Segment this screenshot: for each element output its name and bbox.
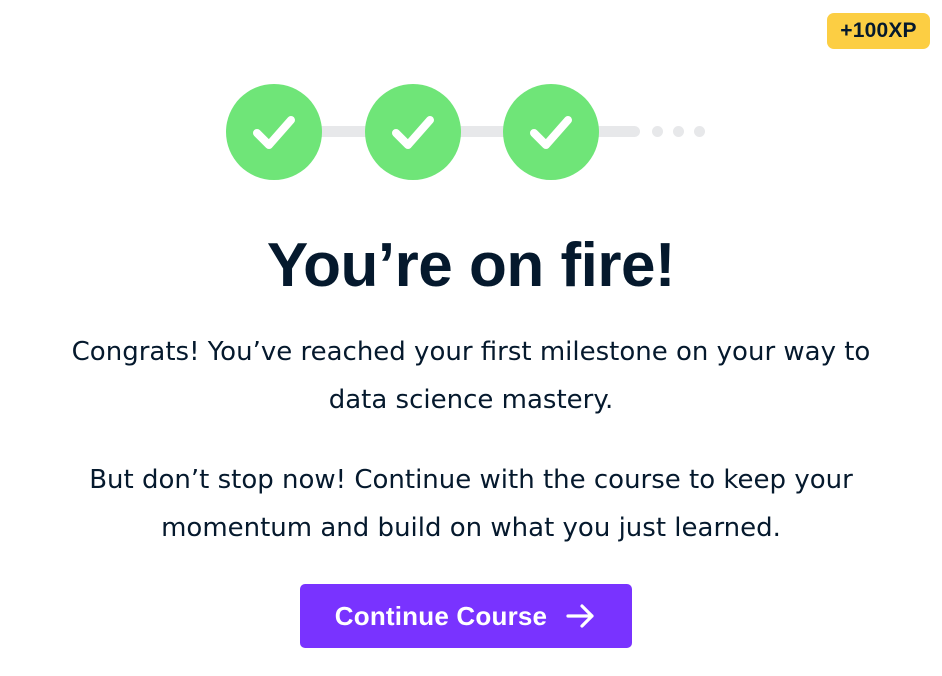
page-title: You’re on fire! [266, 231, 676, 300]
congrats-message: Congrats! You’ve reached your first mile… [71, 337, 871, 415]
continue-course-label: Continue Course [334, 600, 548, 631]
progress-dot [673, 126, 684, 137]
xp-badge: +100XP [827, 13, 930, 49]
checkmark-icon [392, 116, 434, 149]
milestone-progress [226, 84, 716, 180]
completed-step-1 [226, 84, 322, 180]
continue-course-button[interactable]: Continue Course [300, 584, 632, 648]
encouragement-message: But don’t stop now! Continue with the co… [89, 465, 853, 543]
completed-step-3 [503, 84, 599, 180]
arrow-right-icon [566, 604, 594, 628]
checkmark-icon [530, 116, 572, 149]
progress-dot [694, 126, 705, 137]
completed-step-2 [365, 84, 461, 180]
checkmark-icon [253, 116, 295, 149]
progress-dot [652, 126, 663, 137]
